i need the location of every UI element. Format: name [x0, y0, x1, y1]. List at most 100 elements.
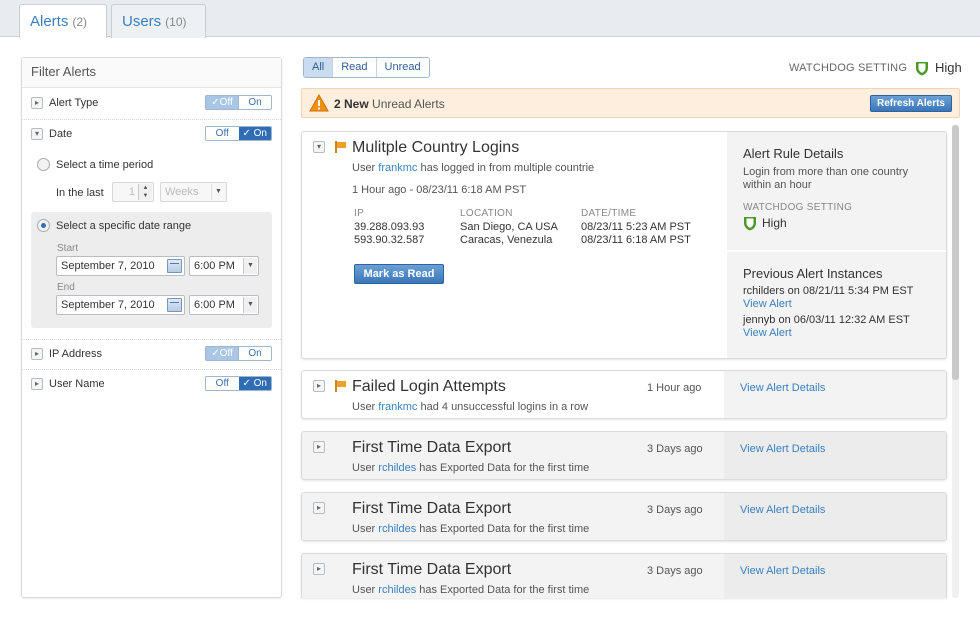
toggle-on-label: On	[253, 128, 267, 139]
rule-watchdog-level: High	[762, 216, 787, 230]
tab-alerts[interactable]: Alerts (2)	[19, 4, 107, 38]
toggle-on[interactable]: On	[238, 96, 271, 109]
tab-users-count: (10)	[165, 15, 187, 29]
date-label: Date	[49, 128, 73, 140]
alert-time: 3 Days ago	[647, 504, 703, 516]
rule-description: Login from more than one country within …	[743, 166, 909, 191]
alert-when: 1 Hour ago - 08/23/11 6:18 AM PST	[352, 184, 527, 196]
alert-type-toggle[interactable]: ✓Off On	[205, 95, 272, 110]
sub-prefix: User	[352, 401, 376, 413]
view-alert-link[interactable]: View Alert	[743, 298, 792, 310]
warning-icon	[309, 94, 329, 112]
toggle-on[interactable]: ✓ On	[238, 127, 271, 140]
tab-users[interactable]: Users (10)	[111, 4, 206, 38]
alert-description: User rchildes has Exported Data for the …	[352, 462, 589, 474]
alert-card-expanded: ▾ Mulitple Country Logins User frankmc h…	[301, 131, 947, 359]
alert-side-panel	[724, 371, 946, 418]
date-range-label: Select a specific date range	[56, 220, 192, 232]
alert-card[interactable]: ▸ First Time Data Export User rchildes h…	[301, 492, 947, 541]
alert-title: Mulitple Country Logins	[352, 139, 520, 156]
rule-details-panel: Alert Rule Details Login from more than …	[727, 132, 946, 250]
tab-alerts-label: Alerts	[30, 13, 69, 30]
start-date-field[interactable]: September 7, 2010	[56, 256, 185, 276]
row-datetime: 08/23/11 6:18 AM PST	[581, 234, 691, 246]
alert-title: Failed Login Attempts	[352, 378, 506, 395]
start-time-select[interactable]: 6:00 PM ▼	[189, 256, 259, 276]
calendar-icon[interactable]	[167, 259, 182, 273]
row-ip: 593.90.32.587	[354, 234, 425, 246]
ip-address-label: IP Address	[49, 348, 102, 360]
previous-instance-text: rchilders on 08/21/11 5:34 PM EST	[743, 285, 914, 297]
filter-row-date: ▾ Date Off ✓ On	[22, 119, 281, 149]
in-the-last-label: In the last	[56, 187, 104, 199]
sub-prefix: User	[352, 584, 376, 596]
date-range-radio[interactable]	[37, 219, 50, 232]
expand-icon[interactable]: ▸	[31, 348, 43, 360]
alert-description: User frankmc has logged in from multiple…	[352, 162, 594, 174]
user-link[interactable]: rchildes	[378, 584, 416, 596]
filter-unread-button[interactable]: Unread	[375, 58, 429, 77]
end-label: End	[57, 282, 75, 293]
collapse-icon[interactable]: ▾	[31, 128, 43, 140]
col-ip: IP	[354, 208, 365, 219]
toggle-on[interactable]: ✓ On	[238, 377, 271, 390]
toggle-off-label: Off	[219, 97, 233, 108]
expand-icon[interactable]: ▸	[313, 441, 325, 453]
view-alert-details-link[interactable]: View Alert Details	[740, 504, 825, 516]
mark-as-read-button[interactable]: Mark as Read	[354, 264, 444, 284]
view-alert-details-link[interactable]: View Alert Details	[740, 565, 825, 577]
time-period-radio[interactable]	[37, 158, 50, 171]
flag-icon	[335, 141, 346, 153]
ip-address-toggle[interactable]: ✓Off On	[205, 346, 272, 361]
col-datetime: DATE/TIME	[581, 208, 637, 219]
end-time-select[interactable]: 6:00 PM ▼	[189, 295, 259, 315]
toggle-off[interactable]: Off	[206, 127, 239, 140]
chevron-down-icon[interactable]: ▼	[243, 258, 257, 274]
alert-time: 3 Days ago	[647, 443, 703, 455]
expand-icon[interactable]: ▸	[313, 502, 325, 514]
view-alert-details-link[interactable]: View Alert Details	[740, 382, 825, 394]
user-link[interactable]: rchildes	[378, 523, 416, 535]
time-period-label: Select a time period	[56, 159, 154, 171]
alert-card[interactable]: ▸ Failed Login Attempts User frankmc had…	[301, 370, 947, 419]
user-link[interactable]: frankmc	[378, 401, 417, 413]
alert-card[interactable]: ▸ First Time Data Export User rchildes h…	[301, 431, 947, 480]
alerts-scrollbar[interactable]	[952, 125, 959, 598]
sub-suffix: has Exported Data for the first time	[419, 462, 590, 474]
period-unit-select[interactable]: Weeks ▼	[160, 182, 227, 202]
collapse-icon[interactable]: ▾	[313, 141, 325, 153]
sub-suffix: has Exported Data for the first time	[419, 523, 590, 535]
date-toggle[interactable]: Off ✓ On	[205, 126, 272, 141]
scrollbar-thumb[interactable]	[952, 125, 959, 380]
chevron-down-icon[interactable]: ▼	[243, 297, 257, 313]
expand-icon[interactable]: ▸	[31, 97, 43, 109]
filter-all-button[interactable]: All	[304, 58, 333, 77]
start-label: Start	[57, 243, 79, 254]
period-amount-stepper[interactable]: 1 ▲ ▼	[112, 182, 154, 202]
expand-icon[interactable]: ▸	[313, 563, 325, 575]
calendar-icon[interactable]	[167, 298, 182, 312]
toggle-on[interactable]: On	[238, 347, 271, 360]
view-alert-link[interactable]: View Alert	[743, 327, 792, 339]
date-range-box: Select a specific date range Start Septe…	[31, 212, 272, 328]
toggle-off[interactable]: ✓Off	[206, 347, 238, 360]
refresh-alerts-button[interactable]: Refresh Alerts	[870, 95, 952, 112]
toggle-off[interactable]: Off	[206, 377, 239, 390]
filter-read-button[interactable]: Read	[332, 58, 376, 77]
user-link[interactable]: rchildes	[378, 462, 416, 474]
unread-alerts-banner: 2 New Unread Alerts Refresh Alerts	[301, 88, 960, 118]
toggle-off[interactable]: ✓Off	[206, 96, 238, 109]
user-link[interactable]: frankmc	[378, 162, 417, 174]
alert-card[interactable]: ▸ First Time Data Export User rchildes h…	[301, 553, 947, 598]
rule-details-title: Alert Rule Details	[743, 146, 844, 161]
sub-prefix: User	[352, 523, 376, 535]
view-alert-details-link[interactable]: View Alert Details	[740, 443, 825, 455]
expand-icon[interactable]: ▸	[313, 380, 325, 392]
col-location: LOCATION	[460, 208, 513, 219]
end-date-field[interactable]: September 7, 2010	[56, 295, 185, 315]
expand-icon[interactable]: ▸	[31, 378, 43, 390]
alert-time: 3 Days ago	[647, 565, 703, 577]
user-name-toggle[interactable]: Off ✓ On	[205, 376, 272, 391]
stepper-arrows-icon[interactable]: ▲ ▼	[138, 184, 152, 200]
watchdog-setting-label: WATCHDOG SETTING	[789, 62, 908, 74]
